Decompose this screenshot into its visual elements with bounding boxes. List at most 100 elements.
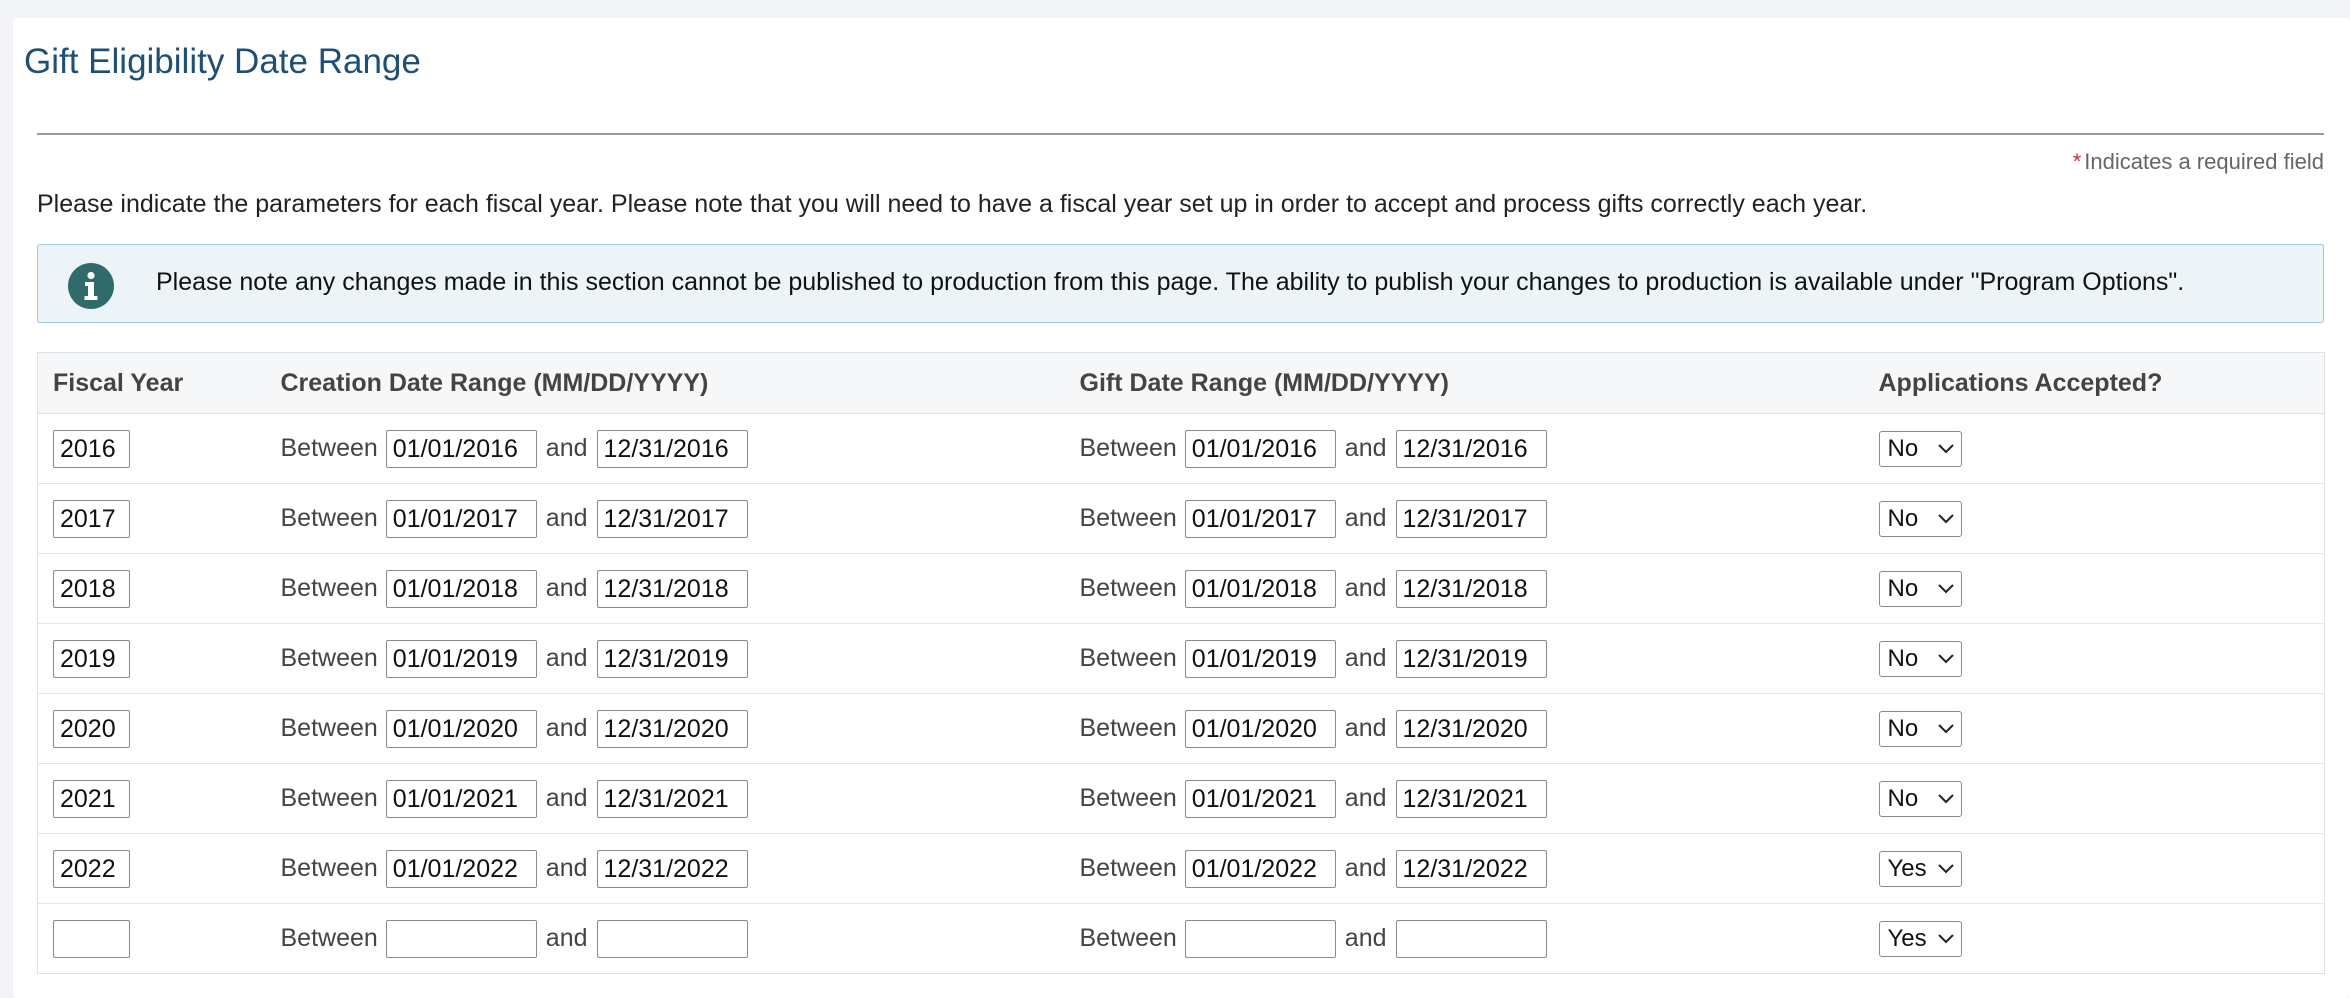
creation-start-date-input[interactable]: 01/01/2019 xyxy=(385,639,537,678)
and-label: and xyxy=(545,784,588,812)
gift-start-date-input[interactable]: 01/01/2019 xyxy=(1184,639,1336,678)
applications-accepted-select[interactable]: No xyxy=(1878,710,1962,747)
cell-fiscal-year: 2016 xyxy=(37,413,266,484)
cell-gift-date-range: Between 01/01/2022 and 12/31/2022 xyxy=(1064,833,1864,904)
applications-accepted-value: Yes xyxy=(1887,924,1927,952)
fiscal-year-input[interactable] xyxy=(53,919,130,958)
creation-start-date-input[interactable]: 01/01/2020 xyxy=(385,709,537,748)
creation-start-date-input[interactable]: 01/01/2021 xyxy=(385,779,537,818)
between-label: Between xyxy=(1079,434,1177,462)
gift-start-date-input[interactable]: 01/01/2022 xyxy=(1184,849,1336,888)
intro-text: Please indicate the parameters for each … xyxy=(37,190,1868,218)
cell-applications-accepted: No xyxy=(1863,623,2325,694)
applications-accepted-select[interactable]: No xyxy=(1878,500,1962,537)
cell-fiscal-year: 2021 xyxy=(37,763,266,834)
creation-start-date-input[interactable]: 01/01/2016 xyxy=(385,429,537,468)
applications-accepted-value: No xyxy=(1887,714,1919,742)
cell-applications-accepted: No xyxy=(1863,483,2325,554)
applications-accepted-select[interactable]: No xyxy=(1878,570,1962,607)
creation-end-date-input[interactable]: 12/31/2016 xyxy=(596,429,748,468)
between-label: Between xyxy=(280,434,378,462)
gift-end-date-input[interactable]: 12/31/2017 xyxy=(1395,499,1547,538)
table-row: 2018 Between 01/01/2018 and 12/31/2018 Betwee… xyxy=(37,553,2325,624)
cell-gift-date-range: Between 01/01/2021 and 12/31/2021 xyxy=(1064,763,1864,834)
gift-start-date-input[interactable]: 01/01/2016 xyxy=(1184,429,1336,468)
creation-start-date-input[interactable]: 01/01/2022 xyxy=(385,849,537,888)
gift-end-date-input[interactable]: 12/31/2019 xyxy=(1395,639,1547,678)
and-label: and xyxy=(1344,714,1387,742)
applications-accepted-select[interactable]: Yes xyxy=(1878,920,1962,957)
header-applications-accepted: Applications Accepted? xyxy=(1863,352,2325,414)
gift-end-date-input[interactable] xyxy=(1395,919,1547,958)
table-header-row: Fiscal Year Creation Date Range (MM/DD/Y… xyxy=(37,352,2325,414)
creation-end-date-input[interactable]: 12/31/2021 xyxy=(596,779,748,818)
gift-start-date-input[interactable] xyxy=(1184,919,1336,958)
cell-applications-accepted: Yes xyxy=(1864,904,2325,974)
and-label: and xyxy=(1344,504,1387,532)
gift-end-date-input[interactable]: 12/31/2016 xyxy=(1395,429,1547,468)
cell-gift-date-range: Between 01/01/2020 and 12/31/2020 xyxy=(1064,693,1864,764)
cell-applications-accepted: No xyxy=(1863,413,2325,484)
creation-end-date-input[interactable]: 12/31/2017 xyxy=(596,499,748,538)
creation-end-date-input[interactable] xyxy=(596,919,748,958)
creation-end-date-input[interactable]: 12/31/2022 xyxy=(596,849,748,888)
gift-end-date-input[interactable]: 12/31/2021 xyxy=(1395,779,1547,818)
chevron-down-icon xyxy=(1937,513,1954,523)
cell-applications-accepted: No xyxy=(1863,693,2325,764)
cell-creation-date-range: Between 01/01/2017 and 12/31/2017 xyxy=(265,483,1065,554)
fiscal-year-input[interactable]: 2021 xyxy=(53,779,130,818)
gift-start-date-input[interactable]: 01/01/2021 xyxy=(1184,779,1336,818)
creation-end-date-input[interactable]: 12/31/2018 xyxy=(596,569,748,608)
gift-start-date-input[interactable]: 01/01/2020 xyxy=(1184,709,1336,748)
and-label: and xyxy=(1344,854,1387,882)
fiscal-year-input[interactable]: 2019 xyxy=(53,639,130,678)
gift-end-date-input[interactable]: 12/31/2022 xyxy=(1395,849,1547,888)
info-icon xyxy=(68,263,114,309)
table-row: 2022 Between 01/01/2022 and 12/31/2022 Betwee… xyxy=(37,833,2325,904)
cell-gift-date-range: Between 01/01/2017 and 12/31/2017 xyxy=(1064,483,1864,554)
fiscal-year-input[interactable]: 2017 xyxy=(53,499,130,538)
between-label: Between xyxy=(280,644,378,672)
alert-message: Please note any changes made in this sec… xyxy=(156,268,2185,296)
creation-start-date-input[interactable]: 01/01/2018 xyxy=(385,569,537,608)
cell-applications-accepted: No xyxy=(1863,763,2325,834)
fiscal-year-input[interactable]: 2016 xyxy=(53,429,130,468)
and-label: and xyxy=(1344,434,1387,462)
between-label: Between xyxy=(1079,924,1177,952)
between-label: Between xyxy=(280,574,378,602)
creation-end-date-input[interactable]: 12/31/2020 xyxy=(596,709,748,748)
chevron-down-icon xyxy=(1937,653,1954,663)
creation-start-date-input[interactable]: 01/01/2017 xyxy=(385,499,537,538)
gift-end-date-input[interactable]: 12/31/2020 xyxy=(1395,709,1547,748)
between-label: Between xyxy=(280,504,378,532)
fiscal-year-input[interactable]: 2022 xyxy=(53,849,130,888)
cell-creation-date-range: Between 01/01/2019 and 12/31/2019 xyxy=(265,623,1065,694)
applications-accepted-select[interactable]: No xyxy=(1878,430,1962,467)
applications-accepted-select[interactable]: No xyxy=(1878,640,1962,677)
applications-accepted-select[interactable]: Yes xyxy=(1878,850,1962,887)
creation-start-date-input[interactable] xyxy=(385,919,537,958)
applications-accepted-value: Yes xyxy=(1887,854,1927,882)
table-row: 2019 Between 01/01/2019 and 12/31/2019 Betwee… xyxy=(37,623,2325,694)
applications-accepted-select[interactable]: No xyxy=(1878,780,1962,817)
chevron-down-icon xyxy=(1937,933,1954,943)
cell-creation-date-range: Between and xyxy=(266,904,1065,974)
cell-gift-date-range: Between 01/01/2016 and 12/31/2016 xyxy=(1064,413,1864,484)
fiscal-year-input[interactable]: 2020 xyxy=(53,709,130,748)
table-row: Between and Between and Yes xyxy=(38,904,2325,974)
gift-start-date-input[interactable]: 01/01/2017 xyxy=(1184,499,1336,538)
cell-creation-date-range: Between 01/01/2018 and 12/31/2018 xyxy=(265,553,1065,624)
creation-end-date-input[interactable]: 12/31/2019 xyxy=(596,639,748,678)
cell-fiscal-year: 2019 xyxy=(37,623,266,694)
table-row: 2016 Between 01/01/2016 and 12/31/2016 Betwee… xyxy=(37,413,2325,484)
cell-creation-date-range: Between 01/01/2016 and 12/31/2016 xyxy=(265,413,1065,484)
gift-start-date-input[interactable]: 01/01/2018 xyxy=(1184,569,1336,608)
fiscal-year-input[interactable]: 2018 xyxy=(53,569,130,608)
header-gift-date-range: Gift Date Range (MM/DD/YYYY) xyxy=(1064,352,1864,414)
required-asterisk: * xyxy=(2072,149,2082,174)
cell-fiscal-year: 2017 xyxy=(37,483,266,554)
chevron-down-icon xyxy=(1937,583,1954,593)
table-row: 2020 Between 01/01/2020 and 12/31/2020 Betwee… xyxy=(37,693,2325,764)
applications-accepted-value: No xyxy=(1887,574,1919,602)
gift-end-date-input[interactable]: 12/31/2018 xyxy=(1395,569,1547,608)
